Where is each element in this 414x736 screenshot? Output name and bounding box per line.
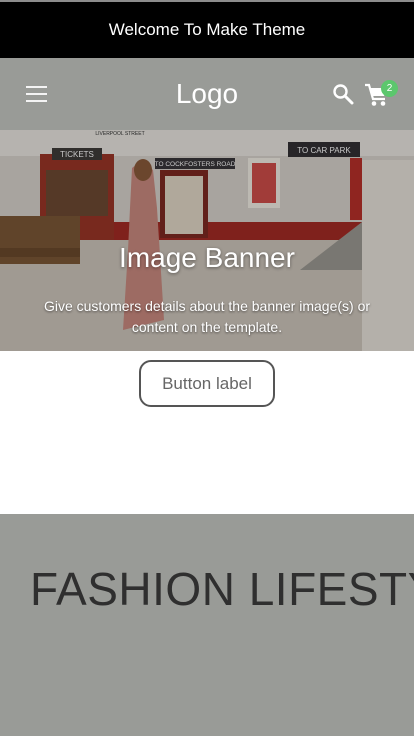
fashion-section: FASHION LIFESTYLE (0, 514, 414, 736)
image-banner: TICKETS LIVERPOOL STREET TO COCKFOSTERS … (0, 130, 414, 351)
fashion-title: FASHION LIFESTYLE (30, 563, 414, 615)
cart-count-badge: 2 (381, 80, 398, 97)
banner-title: Image Banner (119, 242, 295, 273)
search-icon[interactable] (332, 83, 354, 105)
announcement-text: Welcome To Make Theme (108, 20, 306, 39)
announcement-bar: Welcome To Make Theme (0, 0, 414, 58)
banner-cta-button[interactable]: Button label (139, 360, 275, 407)
site-header: Logo 2 (0, 58, 414, 130)
banner-button-area: Button label (0, 351, 414, 514)
hamburger-menu-icon[interactable] (26, 84, 47, 103)
banner-description: Give customers details about the banner … (43, 298, 371, 335)
